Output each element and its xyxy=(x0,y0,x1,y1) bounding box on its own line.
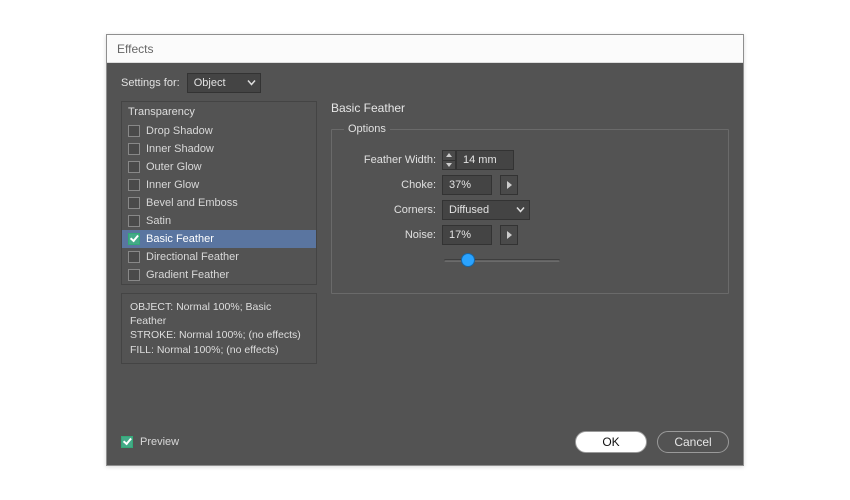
summary-line: FILL: Normal 100%; (no effects) xyxy=(130,343,308,357)
summary-line: OBJECT: Normal 100%; Basic Feather xyxy=(130,300,308,328)
effect-item[interactable]: Outer Glow xyxy=(122,158,316,176)
effect-label: Inner Glow xyxy=(146,179,199,191)
effect-label: Satin xyxy=(146,215,171,227)
effect-checkbox[interactable] xyxy=(128,233,140,245)
effect-item[interactable]: Basic Feather xyxy=(122,230,316,248)
noise-label: Noise: xyxy=(344,229,436,241)
effect-item[interactable]: Gradient Feather xyxy=(122,266,316,284)
settings-for-select[interactable]: Object xyxy=(187,73,261,93)
corners-label: Corners: xyxy=(344,204,436,216)
chevron-down-icon xyxy=(247,79,256,88)
corners-select[interactable]: Diffused xyxy=(442,200,530,220)
effect-label: Gradient Feather xyxy=(146,269,229,281)
settings-for-label: Settings for: xyxy=(121,77,180,89)
choke-menu-button[interactable] xyxy=(500,175,518,195)
effect-label: Basic Feather xyxy=(146,233,214,245)
effect-checkbox[interactable] xyxy=(128,143,140,155)
effect-label: Inner Shadow xyxy=(146,143,214,155)
triangle-right-icon xyxy=(507,181,512,189)
feather-width-spinner[interactable] xyxy=(442,150,456,170)
dialog-title: Effects xyxy=(107,35,743,63)
effect-checkbox[interactable] xyxy=(128,251,140,263)
dialog-body: Settings for: Object Transparency Drop S… xyxy=(107,63,743,425)
effect-checkbox[interactable] xyxy=(128,125,140,137)
slider-thumb[interactable] xyxy=(462,254,474,266)
effect-item[interactable]: Directional Feather xyxy=(122,248,316,266)
effect-item[interactable]: Bevel and Emboss xyxy=(122,194,316,212)
effects-list: Transparency Drop Shadow Inner Shadow Oute… xyxy=(121,101,317,285)
noise-menu-button[interactable] xyxy=(500,225,518,245)
effect-checkbox[interactable] xyxy=(128,161,140,173)
effect-label: Drop Shadow xyxy=(146,125,213,137)
effect-checkbox[interactable] xyxy=(128,179,140,191)
effect-checkbox[interactable] xyxy=(128,197,140,209)
effect-label: Directional Feather xyxy=(146,251,239,263)
effect-checkbox[interactable] xyxy=(128,269,140,281)
spinner-down-icon[interactable] xyxy=(442,161,456,171)
chevron-down-icon xyxy=(516,206,525,215)
noise-slider[interactable] xyxy=(444,253,560,267)
summary-line: STROKE: Normal 100%; (no effects) xyxy=(130,328,308,342)
triangle-right-icon xyxy=(507,231,512,239)
effect-label: Bevel and Emboss xyxy=(146,197,238,209)
feather-width-label: Feather Width: xyxy=(344,154,436,166)
effect-item[interactable]: Inner Glow xyxy=(122,176,316,194)
options-legend: Options xyxy=(344,123,390,135)
choke-label: Choke: xyxy=(344,179,436,191)
options-group: Options Feather Width: 14 mm Choke: xyxy=(331,123,729,294)
ok-button[interactable]: OK xyxy=(575,431,647,453)
settings-for-value: Object xyxy=(194,77,226,89)
effect-checkbox[interactable] xyxy=(128,215,140,227)
dialog-footer: Preview OK Cancel xyxy=(107,425,743,465)
effect-item[interactable]: Drop Shadow xyxy=(122,122,316,140)
effects-list-header[interactable]: Transparency xyxy=(122,102,316,122)
cancel-button[interactable]: Cancel xyxy=(657,431,729,453)
choke-input[interactable]: 37% xyxy=(442,175,492,195)
spinner-up-icon[interactable] xyxy=(442,150,456,161)
noise-input[interactable]: 17% xyxy=(442,225,492,245)
preview-label: Preview xyxy=(140,436,179,448)
effects-dialog: Effects Settings for: Object Transparenc… xyxy=(106,34,744,466)
feather-width-input[interactable]: 14 mm xyxy=(456,150,514,170)
effect-item[interactable]: Satin xyxy=(122,212,316,230)
panel-title: Basic Feather xyxy=(331,101,729,115)
effect-label: Outer Glow xyxy=(146,161,202,173)
effect-item[interactable]: Inner Shadow xyxy=(122,140,316,158)
effects-summary: OBJECT: Normal 100%; Basic Feather STROK… xyxy=(121,293,317,364)
preview-checkbox[interactable] xyxy=(121,436,133,448)
